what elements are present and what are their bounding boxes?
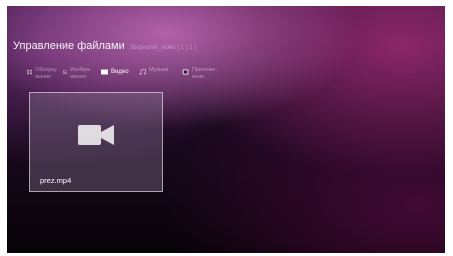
tab-apps[interactable]: Приложе- ение bbox=[182, 64, 217, 80]
header: Управление файлами Видео/mit_video ( 1 |… bbox=[13, 40, 196, 52]
tab-label: Музыка bbox=[149, 67, 169, 73]
tab-images[interactable]: Изобра- жения bbox=[63, 64, 94, 80]
tab-music[interactable]: Музыка bbox=[139, 64, 168, 75]
tab-label: Видео bbox=[111, 69, 129, 75]
app-icon bbox=[182, 69, 189, 75]
tab-overview[interactable]: Обзорщ- жание bbox=[27, 64, 59, 80]
tab-label: Приложе- ение bbox=[192, 67, 217, 80]
video-icon bbox=[101, 69, 108, 75]
tab-label: Изобра- жения bbox=[70, 67, 91, 80]
music-icon bbox=[139, 69, 146, 75]
grid-icon bbox=[27, 69, 33, 75]
file-name: prez.mp4 bbox=[40, 176, 72, 185]
tab-label: Обзорщ- жание bbox=[35, 67, 58, 80]
tab-video[interactable]: Видео bbox=[101, 64, 129, 76]
page-title: Управление файлами bbox=[13, 40, 125, 52]
current-path: Видео/mit_video ( 1 | 1 ) bbox=[130, 45, 197, 51]
file-item[interactable]: prez.mp4 bbox=[29, 92, 163, 192]
file-manager-screen: Управление файлами Видео/mit_video ( 1 |… bbox=[7, 6, 445, 253]
video-camera-icon bbox=[78, 125, 114, 145]
image-icon bbox=[63, 70, 68, 74]
